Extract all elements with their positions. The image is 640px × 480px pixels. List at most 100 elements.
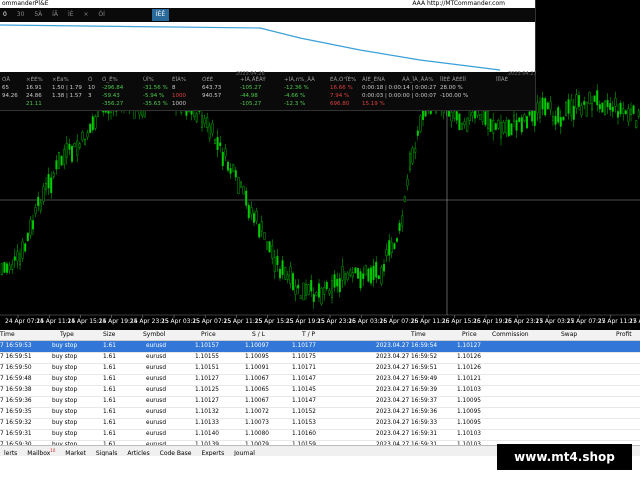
candle-body — [471, 111, 474, 117]
stats-cell: 3 — [88, 93, 92, 99]
order-row[interactable]: 7 16:59:31 buy stop 1.61 eurusd 1.10140 1.100… — [0, 429, 640, 441]
order-row[interactable]: 7 16:59:48 buy stop 1.61 eurusd 1.10127 1.100… — [0, 374, 640, 386]
candle-body — [266, 241, 269, 250]
order-cell: 2023.04.27 16:59:52 — [376, 354, 438, 360]
toolbar-button-4[interactable]: ÍÃ — [52, 9, 58, 21]
candle-body — [632, 105, 635, 114]
order-row[interactable]: 7 16:59:32 buy stop 1.61 eurusd 1.10133 1.100… — [0, 418, 640, 430]
candle-body — [505, 120, 508, 134]
toolbar-button-3[interactable]: 5À — [34, 9, 42, 21]
candle-body — [219, 142, 222, 147]
col-sl[interactable]: S / L — [252, 331, 265, 338]
col-size[interactable]: Size — [103, 331, 115, 338]
candle-body — [479, 114, 482, 120]
col-time-2[interactable]: Time — [411, 331, 426, 338]
candle-body — [554, 116, 557, 125]
stats-header: Ó_Ë% — [102, 77, 118, 83]
candle-body — [419, 115, 422, 132]
toolbar-button-1[interactable]: 0 — [3, 9, 7, 21]
candle-body — [294, 285, 297, 295]
col-price[interactable]: Price — [201, 331, 216, 338]
order-cell: 7 16:59:51 — [0, 354, 32, 360]
watermark-text: www.mt4.shop — [497, 444, 632, 470]
candle-body — [596, 90, 599, 106]
order-cell: 1.10095 — [457, 398, 481, 404]
col-swap[interactable]: Swap — [561, 331, 577, 338]
order-cell: 7 16:59:48 — [0, 376, 32, 382]
toolbar-badge-button[interactable]: ÍÈÊ — [151, 9, 170, 21]
candle-body — [78, 143, 81, 148]
toolbar-button-7[interactable]: ÓÍ — [98, 9, 105, 21]
order-cell: 1.10157 — [195, 343, 219, 349]
candle-body — [81, 131, 84, 141]
order-cell: eurusd — [146, 420, 166, 426]
panel-website-link[interactable]: ÀÂÀ http://MTCommander.com — [412, 0, 505, 8]
col-tp[interactable]: T / P — [302, 331, 315, 338]
candle-body — [68, 144, 71, 150]
candle-body — [206, 117, 209, 128]
order-row[interactable]: 7 16:59:36 buy stop 1.61 eurusd 1.10127 1.100… — [0, 396, 640, 408]
stats-cell: 1000 — [172, 93, 186, 99]
mailbox-count-badge: 10 — [50, 448, 56, 453]
candle-body — [544, 98, 547, 116]
order-cell: 1.10151 — [195, 365, 219, 371]
order-cell: 1.10147 — [292, 398, 316, 404]
order-row[interactable]: 7 16:59:38 buy stop 1.61 eurusd 1.10125 1.100… — [0, 385, 640, 397]
candle-body — [203, 118, 206, 124]
candle-body — [598, 104, 601, 110]
candle-body — [414, 148, 417, 153]
toolbar-button-6[interactable]: × — [83, 9, 88, 21]
candle-body — [47, 174, 50, 189]
order-row[interactable]: 7 16:59:35 buy stop 1.61 eurusd 1.10132 1.100… — [0, 407, 640, 419]
order-cell: 1.61 — [103, 343, 116, 349]
candle-body — [617, 111, 620, 118]
order-row[interactable]: 7 16:59:53 buy stop 1.61 eurusd 1.10157 1.100… — [0, 341, 640, 353]
toolbar-button-2[interactable]: 30 — [17, 9, 25, 21]
candle-body — [396, 238, 399, 242]
candle-body — [338, 278, 341, 293]
col-time[interactable]: Time — [0, 331, 15, 338]
order-row[interactable]: 7 16:59:51 buy stop 1.61 eurusd 1.10155 1.100… — [0, 352, 640, 364]
order-cell: 7 16:59:53 — [0, 343, 32, 349]
candle-body — [268, 241, 271, 253]
stats-cell: 0:00:03 | 0:00:00 | 0:00:07 — [362, 93, 437, 99]
candle-body — [94, 116, 97, 129]
orders-table-header: Time Type Size Symbol Price S / L T / P … — [0, 330, 640, 341]
candle-body — [593, 95, 596, 102]
stats-cell: -4.66 % — [284, 93, 306, 99]
order-cell: 1.10127 — [195, 398, 219, 404]
order-row[interactable]: 7 16:59:50 buy stop 1.61 eurusd 1.10151 1.100… — [0, 363, 640, 375]
col-profit[interactable]: Profit — [616, 331, 632, 338]
candle-body — [502, 121, 505, 133]
col-price-2[interactable]: Price — [462, 331, 477, 338]
order-cell: 7 16:59:31 — [0, 431, 32, 437]
candle-body — [403, 196, 406, 202]
col-commission[interactable]: Commission — [492, 331, 529, 338]
order-cell: 1.10097 — [245, 343, 269, 349]
candle-body — [13, 256, 16, 261]
candle-body — [528, 111, 531, 116]
candle-body — [546, 102, 549, 109]
candle-body — [195, 113, 198, 122]
toolbar-button-5[interactable]: ÌÈ — [68, 9, 74, 21]
panel-titlebar[interactable]: ommanderPl&E ÀÂÀ http://MTCommander.com — [0, 0, 535, 8]
candle-body — [539, 101, 542, 119]
col-type[interactable]: Type — [60, 331, 74, 338]
candle-body — [250, 207, 253, 215]
order-cell: buy stop — [52, 387, 78, 393]
candle-body — [0, 263, 3, 275]
candle-body — [375, 261, 378, 278]
candle-body — [200, 115, 203, 128]
order-cell: 1.10147 — [292, 376, 316, 382]
candle-body — [406, 178, 409, 186]
col-symbol[interactable]: Symbol — [143, 331, 165, 338]
candle-body — [606, 100, 609, 108]
order-cell: 1.10171 — [292, 365, 316, 371]
order-cell: 1.61 — [103, 398, 116, 404]
stats-header: ×ÈÉ% — [26, 77, 43, 83]
candle-body — [328, 290, 331, 294]
candle-body — [221, 151, 224, 166]
candle-body — [70, 146, 73, 162]
order-cell: 2023.04.27 16:59:33 — [376, 420, 438, 426]
candle-body — [310, 280, 313, 292]
